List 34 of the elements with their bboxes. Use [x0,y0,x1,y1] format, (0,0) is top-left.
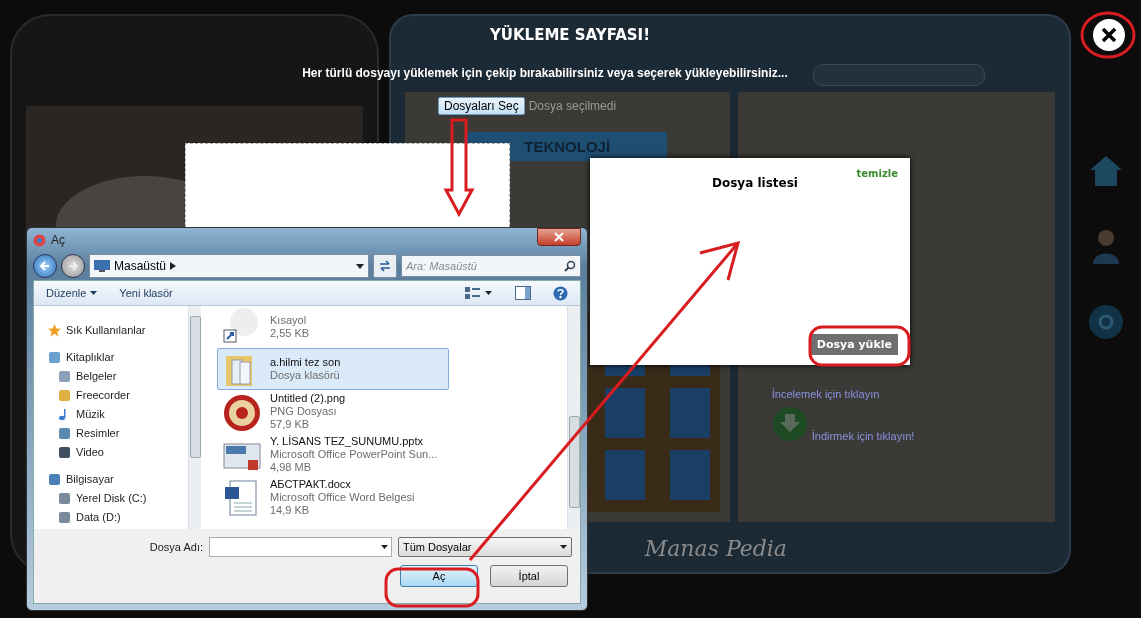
nav-item[interactable]: Yerel Disk (C:) [48,490,188,506]
file-item[interactable]: Kısayol 2,55 KB [217,306,449,348]
clear-link[interactable]: temizle [856,168,898,179]
upload-button[interactable]: Dosya yükle [810,334,898,355]
file-item[interactable]: Y. LİSANS TEZ_SUNUMU.pptx Microsoft Office PowerPoint Sun... 4,98 MB [217,433,449,476]
open-button[interactable]: Aç [400,565,478,587]
nav-item[interactable]: Sık Kullanılanlar [48,322,188,338]
nav-item[interactable]: Resimler [48,425,188,441]
site-logo: Manas Pedia [644,536,787,561]
preview-link[interactable]: İncelemek için tıklayın [771,388,1046,400]
file-list-title: Dosya listesi [712,176,798,190]
nav-item[interactable]: Kitaplıklar [48,349,188,365]
dialog-title: Aç [51,233,65,247]
nav-item[interactable]: Video [48,444,188,460]
page-title: YÜKLEME SAYFASI! [488,26,652,44]
search-field[interactable]: Ara: Masaüstü [401,255,581,277]
download-link[interactable]: İndirmek için tıklayın! [811,430,915,442]
nav-item[interactable]: Bilgisayar [48,471,188,487]
upload-instructions: Her türlü dosyayı yüklemek için çekip bırakabilirsiniz veya seçerek yükleyebilirsiniz... [301,66,789,80]
file-item[interactable]: Untitled (2).png PNG Dosyası 57,9 KB [217,390,449,433]
nav-item[interactable]: Belgeler [48,368,188,384]
organize-menu[interactable]: Düzenle [46,287,98,299]
choose-files-button[interactable]: Dosyaları Seç [438,97,525,115]
file-item[interactable]: a.hilmi tez son Dosya klasörü [217,348,449,390]
nav-item[interactable]: Müzik [48,406,188,422]
nav-item[interactable]: Data (D:) [48,509,188,525]
file-status: Dosya seçilmedi [528,99,617,113]
file-type-select[interactable]: Tüm Dosyalar [398,537,572,557]
new-folder-button[interactable]: Yeni klasör [119,287,173,299]
file-item[interactable]: АБСТРАКТ.docx Microsoft Office Word Belgesi 14,9 KB [217,476,449,519]
address-bar[interactable]: Masaüstü [89,254,369,278]
file-name-label: Dosya Adı: [149,541,203,553]
nav-item[interactable]: Freecorder [48,387,188,403]
cancel-button[interactable]: İptal [490,565,568,587]
